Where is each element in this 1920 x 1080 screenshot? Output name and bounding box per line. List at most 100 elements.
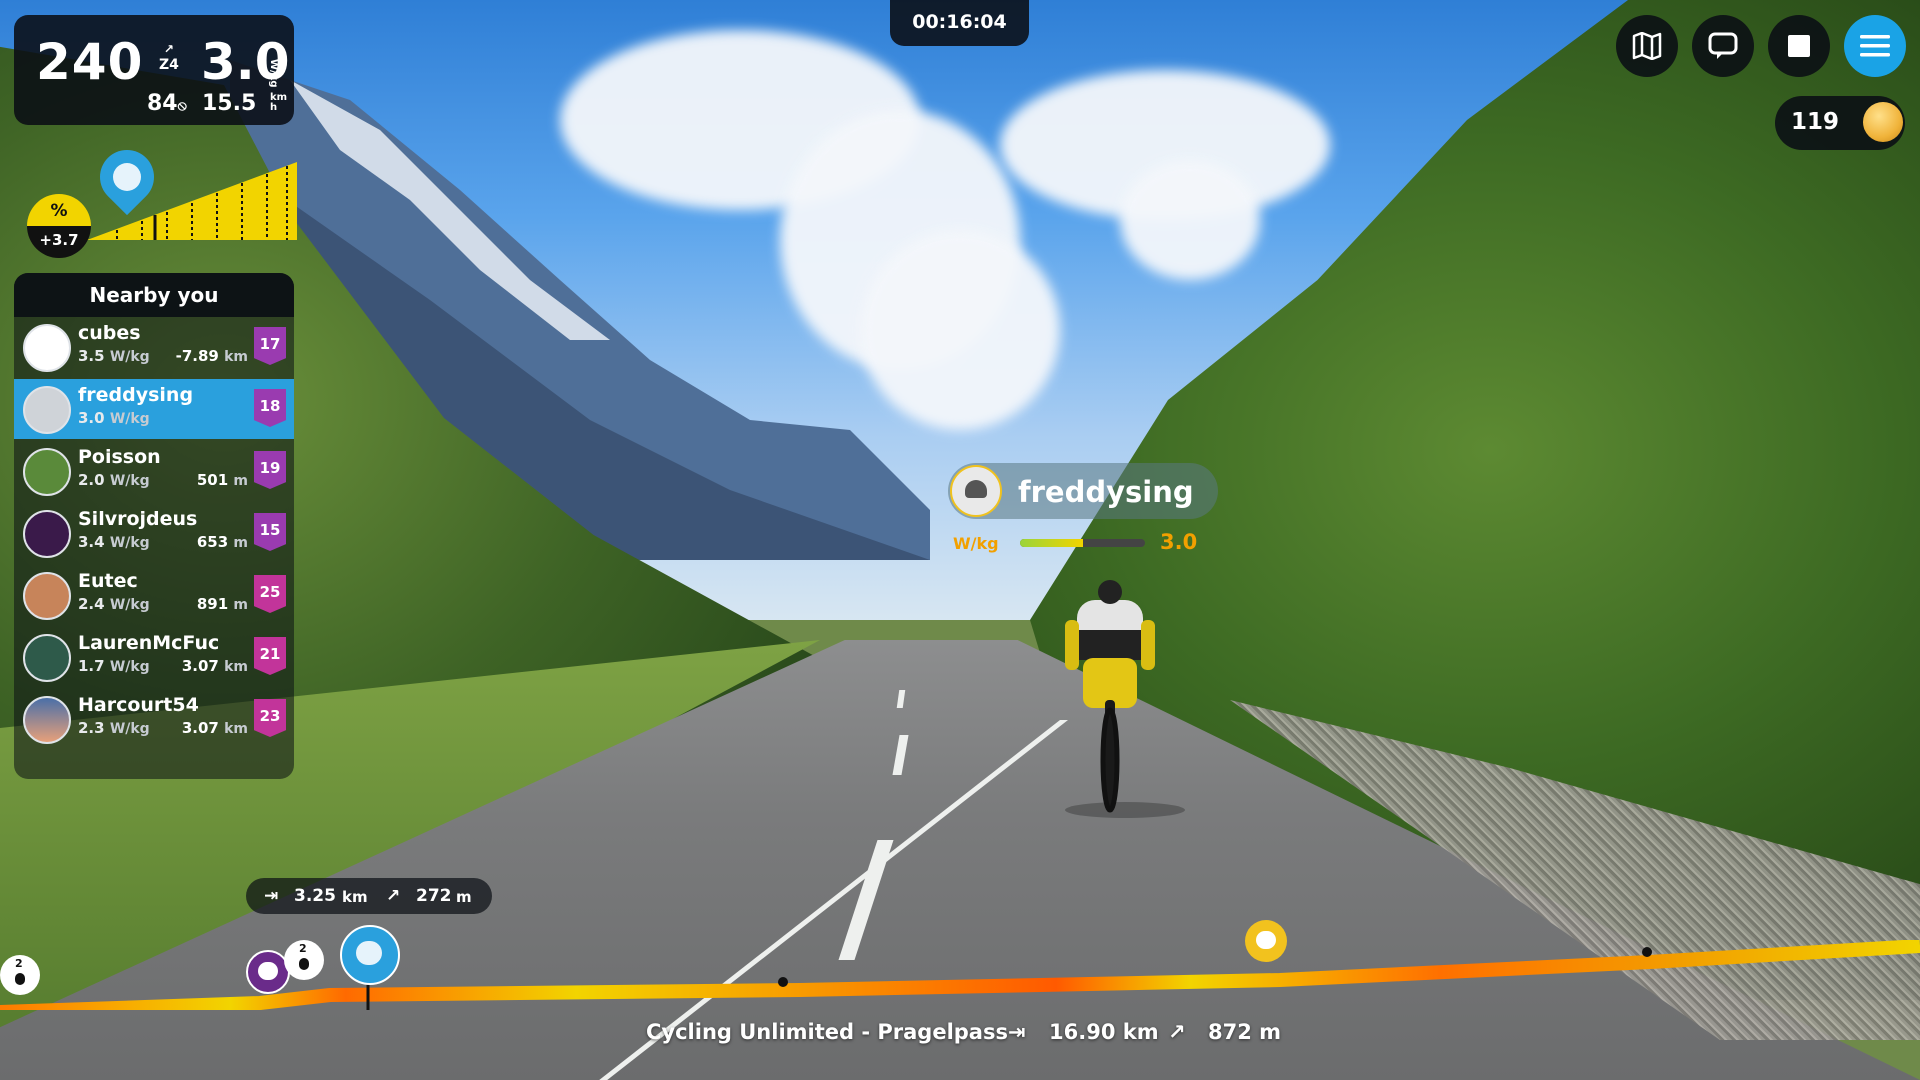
climb-icon: ↗: [386, 886, 401, 906]
nearby-rider-row[interactable]: LaurenMcFuc 1.7 W/kg 3.07 km 21: [14, 627, 294, 687]
rider-wkg: 3.4 W/kg: [78, 533, 150, 551]
rider-wkg-value: 2.0: [78, 471, 105, 489]
remaining-unit: km: [342, 888, 368, 906]
rider-name: LaurenMcFuc: [78, 632, 218, 654]
rider-face-icon: [258, 962, 278, 980]
rider-tag-wkg-label: W/kg: [953, 534, 999, 553]
rider-name: cubes: [78, 322, 141, 344]
trend-icon: ↗: [163, 42, 174, 56]
rider-wkg: 3.5 W/kg: [78, 347, 150, 365]
rider-name-tag[interactable]: freddysing: [948, 463, 1218, 519]
remaining-distance: 3.25: [294, 886, 336, 906]
rider-tag-avatar: [950, 465, 1002, 517]
chat-button[interactable]: [1692, 15, 1754, 77]
gradient-label: %: [27, 194, 91, 226]
rider-distance: 3.07 km: [182, 657, 248, 675]
cadence-icon: ⦸: [177, 98, 187, 114]
rider-face-icon: [356, 941, 382, 965]
rider-avatar: [23, 510, 71, 558]
rider-avatar: [23, 448, 71, 496]
speed-unit: km h: [270, 93, 287, 113]
rider-avatar: [23, 634, 71, 682]
rider-distance-unit: m: [233, 535, 248, 551]
rider-face-icon: [113, 163, 141, 191]
rider-level-badge: 19: [254, 451, 286, 489]
rider-wkg-unit: W/kg: [109, 411, 150, 427]
rider-distance-value: 3.07: [181, 719, 219, 737]
distance-icon: ⇥: [264, 886, 279, 906]
gradient-widget: % +3.7: [27, 138, 297, 258]
person-icon: [15, 973, 25, 985]
ride-timer: 00:16:04: [890, 0, 1029, 46]
cadence: 84⦸: [147, 91, 187, 116]
rider-tag-wkg-fill: [1020, 539, 1083, 547]
rider-wkg-value: 3.0: [78, 409, 105, 427]
nearby-rider-row[interactable]: Eutec 2.4 W/kg 891 m 25: [14, 565, 294, 625]
rider-wkg-unit: W/kg: [109, 721, 150, 737]
rider-wkg-unit: W/kg: [109, 535, 150, 551]
marker-count: 2: [15, 957, 23, 970]
rider-avatar: [23, 572, 71, 620]
rider-avatar: [1065, 580, 1185, 818]
nearby-rider-row[interactable]: Silvrojdeus 3.4 W/kg 653 m 15: [14, 503, 294, 563]
rider-wkg: 3.0 W/kg: [78, 409, 150, 427]
rider-wkg-value: 1.7: [78, 657, 105, 675]
rider-distance-value: 3.07: [181, 657, 219, 675]
distance-to-go: ⇥ 3.25 km ↗ 272 m: [246, 878, 492, 914]
nearby-rider-row[interactable]: Poisson 2.0 W/kg 501 m 19: [14, 441, 294, 501]
rider-face-icon: [1256, 931, 1276, 949]
distance-icon: ⇥: [1008, 1020, 1026, 1044]
power-panel: 240 ↗ Z4 3.0 W/kg 84⦸ 15.5 km h: [14, 15, 294, 125]
rider-wkg: 2.0 W/kg: [78, 471, 150, 489]
zone-label: Z4: [159, 57, 179, 73]
climb-unit: m: [456, 888, 472, 906]
rider-avatar: [23, 386, 71, 434]
nearby-title: Nearby you: [14, 273, 294, 317]
gradient-badge: % +3.7: [27, 194, 91, 258]
rider-distance-unit: m: [233, 597, 248, 613]
course-name: Cycling Unlimited - Pragelpass: [646, 1020, 1008, 1044]
rider-level-badge: 18: [254, 389, 286, 427]
course-info: Cycling Unlimited - Pragelpass ⇥ 16.90 k…: [0, 1020, 1920, 1050]
power-zone: ↗ Z4: [159, 41, 179, 73]
rider-wkg: 2.4 W/kg: [78, 595, 150, 613]
rider-level-badge: 23: [254, 699, 286, 737]
rider-distance: 3.07 km: [182, 719, 248, 737]
rider-wkg-unit: W/kg: [109, 597, 150, 613]
coin-icon: [1863, 102, 1903, 142]
coin-count: 119: [1791, 109, 1840, 135]
nearby-rider-row[interactable]: Harcourt54 2.3 W/kg 3.07 km 23: [14, 689, 294, 749]
rider-marker: 2: [284, 940, 324, 980]
rider-level-badge: 21: [254, 637, 286, 675]
nearby-rider-row[interactable]: cubes 3.5 W/kg -7.89 km 17: [14, 317, 294, 377]
nearby-panel: Nearby you cubes 3.5 W/kg -7.89 km 17 freddy…: [14, 273, 294, 779]
rider-distance: 891 m: [197, 595, 248, 613]
rider-name: Poisson: [78, 446, 161, 468]
map-button[interactable]: [1616, 15, 1678, 77]
rider-distance-value: -7.89: [175, 347, 219, 365]
cloud: [1120, 160, 1260, 280]
rider-level-badge: 15: [254, 513, 286, 551]
nearby-rider-row[interactable]: freddysing 3.0 W/kg 18: [14, 379, 294, 439]
rider-wkg-unit: W/kg: [109, 473, 150, 489]
stop-button[interactable]: [1768, 15, 1830, 77]
rider-wkg: 2.3 W/kg: [78, 719, 150, 737]
my-rider-marker: [340, 925, 400, 985]
rider-level-badge: 25: [254, 575, 286, 613]
person-icon: [299, 958, 309, 970]
rider-name: Harcourt54: [78, 694, 199, 716]
rider-level-badge: 17: [254, 327, 286, 365]
climb-icon: ↗: [1168, 1020, 1186, 1044]
rider-distance-unit: km: [224, 659, 248, 675]
speed-value: 15.5: [202, 91, 257, 116]
speed-unit-bottom: h: [270, 102, 278, 113]
rider-tag-wkg-value: 3.0: [1160, 530, 1198, 554]
rider-distance-unit: m: [233, 473, 248, 489]
remaining-climb: 272: [416, 886, 452, 906]
rider-distance: 501 m: [197, 471, 248, 489]
marker-count: 2: [299, 942, 307, 955]
chat-icon: [1708, 32, 1738, 59]
menu-button[interactable]: [1844, 15, 1906, 77]
wkg-unit: W/kg: [268, 59, 279, 88]
rider-wkg-unit: W/kg: [109, 659, 150, 675]
